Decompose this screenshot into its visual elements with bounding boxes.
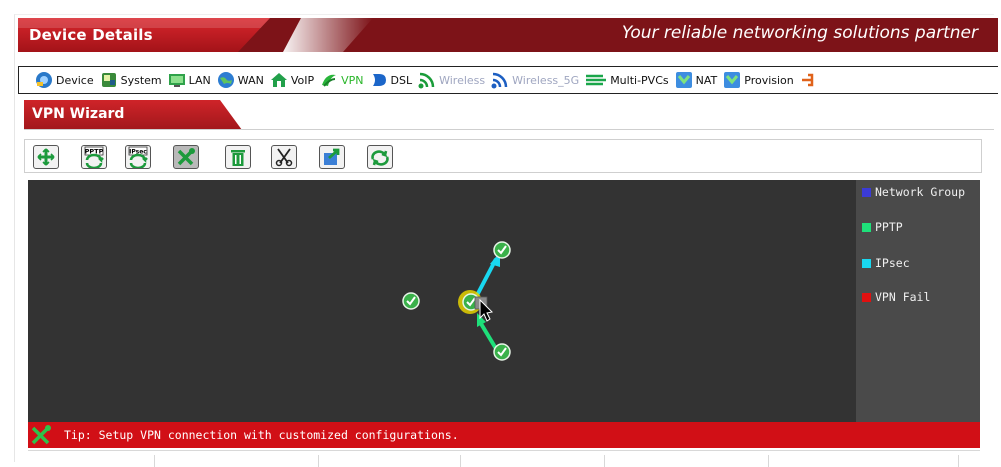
header-slogan: Your reliable networking solutions partn… (621, 23, 978, 43)
cut-button[interactable] (271, 145, 297, 169)
vpn-node-left[interactable] (402, 292, 420, 310)
move-arrows-icon (37, 148, 55, 166)
pptp-icon: PPTP (84, 146, 104, 168)
lan-icon (168, 74, 185, 87)
nav-label-system: System (120, 73, 162, 87)
vpn-node-top[interactable] (493, 241, 511, 259)
legend-swatch-network-group (862, 187, 871, 197)
nav-label-vpn: VPN (341, 73, 364, 87)
nav-item-provision[interactable]: Provision (723, 71, 794, 89)
nav-item-wireless-5g[interactable]: Wireless_5G (491, 71, 579, 89)
nav-label-nat: NAT (695, 73, 718, 87)
nat-icon (675, 72, 692, 88)
legend-label-network-group: Network Group (875, 185, 966, 199)
nav-item-wan[interactable]: WAN (217, 71, 264, 89)
table-column-divider (604, 455, 605, 467)
vpn-node-bottom[interactable] (493, 343, 511, 361)
wireless-5g-icon (491, 72, 508, 89)
wireless-icon (418, 72, 435, 89)
table-column-divider (768, 455, 769, 467)
vpn-wizard-title: VPN Wizard (32, 106, 125, 122)
table-column-divider (958, 455, 959, 467)
nav-item-voip[interactable]: VoIP (270, 71, 314, 89)
nav-label-wireless-5g: Wireless_5G (512, 73, 580, 87)
nav-item-more[interactable] (800, 71, 821, 89)
table-column-divider (154, 455, 155, 467)
nav-label-dsl: DSL (390, 73, 413, 87)
ipsec-icon: IPsec (128, 146, 148, 168)
tip-bar: Tip: Setup VPN connection with customize… (28, 422, 980, 448)
vpn-topology-canvas[interactable] (28, 180, 856, 422)
nav-item-nat[interactable]: NAT (675, 71, 718, 89)
delete-button[interactable] (225, 145, 251, 169)
tab-divider (24, 129, 994, 130)
nav-label-provision: Provision (744, 73, 794, 87)
refresh-icon (371, 150, 389, 166)
tools-icon (31, 425, 51, 445)
topology-graph (402, 241, 511, 361)
nav-item-system[interactable]: System (100, 71, 162, 89)
nav-label-lan: LAN (188, 73, 211, 87)
nav-item-wireless[interactable]: Wireless (418, 71, 485, 89)
trash-icon (231, 150, 245, 166)
legend-item-ipsec: IPsec (862, 256, 910, 270)
connection-table-header (28, 450, 980, 467)
legend-label-vpn-fail: VPN Fail (875, 290, 931, 304)
header-fade (283, 18, 373, 52)
export-icon (324, 148, 340, 165)
page-title: Device Details (29, 26, 153, 44)
nav-label-voip: VoIP (290, 73, 315, 87)
nav-label-wireless: Wireless (439, 73, 486, 87)
nav-item-lan[interactable]: LAN (168, 71, 211, 89)
export-button[interactable] (319, 145, 345, 169)
wan-globe-icon (217, 72, 234, 88)
legend-item-vpn-fail: VPN Fail (862, 290, 930, 304)
nav-item-device[interactable]: Device (35, 71, 94, 89)
nav-item-multi-pvcs[interactable]: Multi-PVCs (585, 71, 669, 89)
pptp-button[interactable]: PPTP (81, 145, 107, 169)
move-button[interactable] (33, 145, 59, 169)
vpn-icon (322, 74, 337, 87)
table-column-divider (318, 455, 319, 467)
legend-label-ipsec: IPsec (875, 256, 910, 270)
device-details-header: Device Details Your reliable networking … (18, 18, 998, 52)
voip-phone-icon (270, 73, 287, 87)
nav-label-wan: WAN (237, 73, 264, 87)
legend-panel: Network Group PPTP IPsec VPN Fail (856, 180, 980, 422)
network-icon (801, 73, 814, 87)
legend-item-network-group: Network Group (862, 185, 965, 199)
provision-icon (724, 72, 741, 88)
dsl-icon (372, 74, 386, 86)
system-icon (101, 73, 116, 87)
nav-item-dsl[interactable]: DSL (370, 71, 413, 89)
legend-swatch-ipsec (862, 258, 871, 268)
device-icon (36, 72, 52, 88)
legend-swatch-vpn-fail (862, 292, 871, 302)
legend-item-pptp: PPTP (862, 220, 903, 234)
table-column-divider (460, 455, 461, 467)
nav-label-device: Device (56, 73, 94, 87)
nav-item-vpn[interactable]: VPN (320, 71, 364, 89)
scissors-icon (275, 148, 293, 167)
tools-icon (177, 148, 195, 166)
refresh-button[interactable] (367, 145, 393, 169)
multi-pvcs-icon (586, 74, 607, 86)
device-nav-bar: Device System LAN WAN VoIP VPN DSL Wirel… (18, 66, 998, 94)
wizard-toolbar: PPTP IPsec (24, 139, 982, 173)
tip-text: Tip: Setup VPN connection with customize… (64, 428, 459, 442)
legend-label-pptp: PPTP (875, 220, 903, 234)
legend-swatch-pptp (862, 222, 871, 232)
ipsec-button[interactable]: IPsec (125, 145, 151, 169)
nav-label-multi-pvcs: Multi-PVCs (610, 73, 669, 87)
configure-button[interactable] (173, 145, 199, 169)
